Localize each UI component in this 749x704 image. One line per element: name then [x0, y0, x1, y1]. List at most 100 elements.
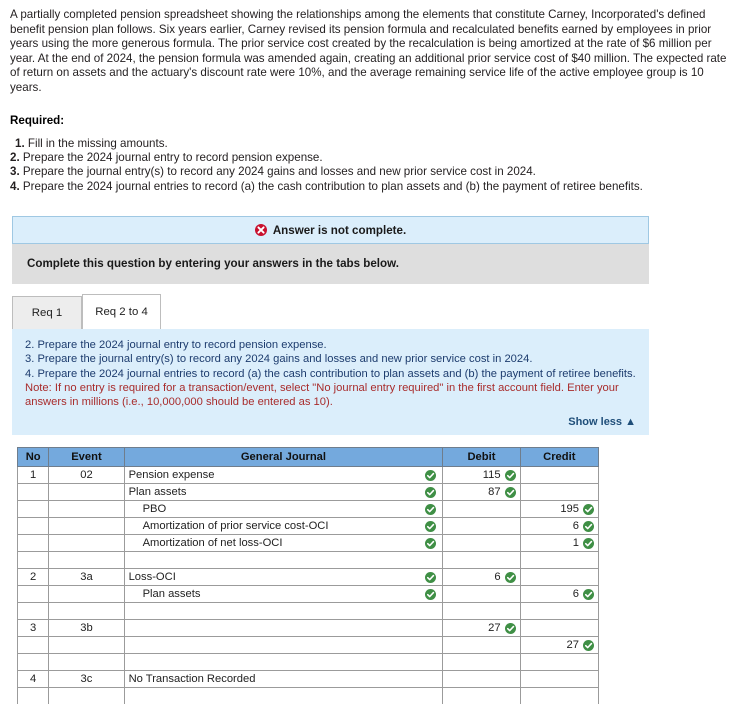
table-row	[16, 653, 600, 672]
cell-debit-input[interactable]	[442, 500, 521, 519]
cell-debit-input[interactable]	[442, 551, 521, 570]
required-item-3: 3. Prepare the journal entry(s) to recor…	[10, 165, 739, 179]
cell-credit-input[interactable]	[519, 483, 600, 502]
cell-credit-input[interactable]	[519, 551, 600, 570]
cell-credit-input[interactable]	[519, 568, 600, 587]
credit-value: 27	[566, 639, 579, 652]
cell-credit-input[interactable]: 6	[519, 517, 600, 536]
cell-debit-input[interactable]: 87	[442, 483, 521, 502]
cell-credit-input[interactable]	[519, 687, 600, 704]
cell-no	[16, 500, 50, 519]
answer-status-banner: Answer is not complete.	[12, 216, 649, 245]
answer-status-text: Answer is not complete.	[272, 223, 407, 237]
cell-credit-input[interactable]: 195	[519, 500, 600, 519]
cell-credit-input[interactable]: 1	[519, 534, 600, 553]
required-item-1-number: 1.	[15, 136, 25, 150]
table-body: 1 02 Pension expense 115 Plan assets 87 PBO 195…	[16, 466, 600, 704]
cell-account-select[interactable]	[123, 687, 444, 704]
account-name: Amortization of prior service cost-OCI	[142, 520, 329, 533]
cell-event: 3b	[48, 619, 125, 638]
cell-account-select[interactable]	[123, 653, 444, 672]
cell-debit-input[interactable]: 115	[442, 466, 521, 485]
cell-debit-input[interactable]	[442, 534, 521, 553]
column-header-event: Event	[48, 447, 125, 468]
account-validation-check	[425, 537, 437, 549]
cell-account-select[interactable]	[123, 602, 444, 621]
cell-no	[16, 483, 50, 502]
cell-account-select[interactable]: Amortization of prior service cost-OCI	[123, 517, 444, 536]
cell-debit-input[interactable]	[442, 687, 521, 704]
debit-value: 115	[482, 469, 501, 482]
table-row	[16, 602, 600, 621]
account-name: Plan assets	[142, 588, 201, 601]
checkmark-icon	[425, 469, 437, 481]
cell-event	[48, 534, 125, 553]
account-validation-check	[425, 571, 437, 583]
cell-no: 3	[16, 619, 50, 638]
cell-event	[48, 500, 125, 519]
required-item-4: 4. Prepare the 2024 journal entries to r…	[10, 180, 739, 194]
show-less-link[interactable]: Show less ▲	[25, 416, 636, 428]
cell-event	[48, 483, 125, 502]
required-item-2: 2. Prepare the 2024 journal entry to rec…	[10, 151, 739, 165]
cell-event	[48, 551, 125, 570]
problem-statement: A partially completed pension spreadshee…	[10, 8, 727, 94]
cell-debit-input[interactable]	[442, 602, 521, 621]
cell-debit-input[interactable]	[442, 636, 521, 655]
cell-credit-input[interactable]	[519, 670, 600, 689]
cell-account-select[interactable]	[123, 619, 444, 638]
cell-no	[16, 687, 50, 704]
table-row: PBO 195	[16, 500, 600, 519]
required-heading: Required:	[10, 113, 65, 127]
cell-account-select[interactable]	[123, 551, 444, 570]
cell-credit-input[interactable]	[519, 619, 600, 638]
required-item-2-text: Prepare the 2024 journal entry to record…	[22, 150, 323, 164]
account-name: Pension expense	[128, 469, 215, 482]
cell-account-select[interactable]: No Transaction Recorded	[123, 670, 444, 689]
table-row: 4 3c No Transaction Recorded	[16, 670, 600, 689]
cell-no	[16, 636, 50, 655]
cell-debit-input[interactable]: 27	[442, 619, 521, 638]
tab-instructions-panel: 2. Prepare the 2024 journal entry to rec…	[12, 329, 649, 436]
tab-req-2-to-4[interactable]: Req 2 to 4	[82, 294, 161, 330]
cell-debit-input[interactable]	[442, 653, 521, 672]
cell-no	[16, 585, 50, 604]
cell-event	[48, 602, 125, 621]
account-name: Amortization of net loss-OCI	[142, 537, 283, 550]
cell-account-select[interactable]: Loss-OCI	[123, 568, 444, 587]
checkmark-icon	[583, 639, 594, 651]
cell-credit-input[interactable]	[519, 602, 600, 621]
checkmark-icon	[583, 503, 594, 515]
table-row: Plan assets 87	[16, 483, 600, 502]
tab-req-1[interactable]: Req 1	[12, 296, 82, 330]
instruction-banner: Complete this question by entering your …	[12, 244, 649, 285]
required-item-1-text: Fill in the missing amounts.	[27, 136, 168, 150]
cell-account-select[interactable]: Amortization of net loss-OCI	[123, 534, 444, 553]
cell-event: 3a	[48, 568, 125, 587]
cell-credit-input[interactable]	[519, 653, 600, 672]
cell-debit-input[interactable]	[442, 670, 521, 689]
checkmark-icon	[425, 588, 437, 600]
account-validation-check	[425, 588, 437, 600]
cell-account-select[interactable]: Plan assets	[123, 483, 444, 502]
cell-debit-input[interactable]	[442, 585, 521, 604]
cell-no: 2	[16, 568, 50, 587]
cell-account-select[interactable]: Pension expense	[123, 466, 444, 485]
general-journal-table-wrap: No Event General Journal Debit Credit 10…	[16, 447, 600, 704]
table-row: Plan assets 6	[16, 585, 600, 604]
cell-event	[48, 636, 125, 655]
cell-no	[16, 551, 50, 570]
cell-credit-input[interactable]: 27	[519, 636, 600, 655]
cell-debit-input[interactable]: 6	[442, 568, 521, 587]
cell-credit-input[interactable]: 6	[519, 585, 600, 604]
cell-account-select[interactable]	[123, 636, 444, 655]
account-name: No Transaction Recorded	[128, 673, 256, 686]
cell-debit-input[interactable]	[442, 517, 521, 536]
question-page: A partially completed pension spreadshee…	[0, 0, 749, 704]
cell-event	[48, 653, 125, 672]
cell-account-select[interactable]: Plan assets	[123, 585, 444, 604]
checkmark-icon	[425, 571, 437, 583]
account-validation-check	[425, 503, 437, 515]
cell-credit-input[interactable]	[519, 466, 600, 485]
cell-account-select[interactable]: PBO	[123, 500, 444, 519]
